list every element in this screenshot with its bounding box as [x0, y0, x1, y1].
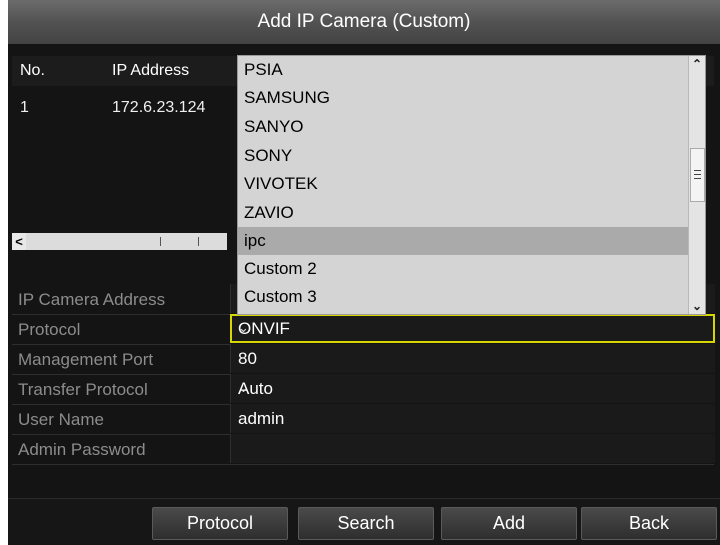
dropdown-option-ipc[interactable]: ipc	[238, 227, 689, 255]
transfer-protocol-select[interactable]: Auto ⌄	[230, 374, 715, 403]
transfer-protocol-label: Transfer Protocol	[18, 380, 148, 399]
scrollbar-thumb[interactable]	[690, 148, 705, 202]
dropdown-option-vivotek[interactable]: VIVOTEK	[238, 170, 689, 198]
dropdown-option-psia[interactable]: PSIA	[238, 56, 689, 84]
row-management-port: Management Port 80	[12, 344, 715, 375]
admin-password-field[interactable]	[230, 434, 715, 463]
scroll-up-icon[interactable]: ⌃	[689, 56, 705, 72]
scroll-tick	[198, 237, 199, 246]
ip-camera-address-label: IP Camera Address	[18, 290, 166, 309]
management-port-label: Management Port	[18, 350, 154, 369]
user-name-value: admin	[238, 409, 285, 428]
row-ip: 172.6.23.124	[112, 99, 206, 116]
column-ip-address: IP Address	[112, 62, 190, 79]
add-ip-camera-dialog: Add IP Camera (Custom) No. IP Address 1 …	[8, 0, 720, 545]
admin-password-label: Admin Password	[18, 440, 146, 459]
dropdown-option-custom-2[interactable]: Custom 2	[238, 255, 689, 283]
chevron-down-icon: ⌄	[238, 380, 249, 395]
row-protocol: Protocol ONVIF ⌄	[12, 314, 715, 345]
management-port-value: 80	[238, 349, 257, 368]
dropdown-option-sony[interactable]: SONY	[238, 142, 689, 170]
dropdown-option-custom-3[interactable]: Custom 3	[238, 283, 689, 311]
search-button[interactable]: Search	[298, 507, 434, 540]
add-button[interactable]: Add	[441, 507, 577, 540]
dropdown-option-samsung[interactable]: SAMSUNG	[238, 84, 689, 112]
protocol-label: Protocol	[18, 320, 81, 339]
scroll-left-icon[interactable]: <	[12, 233, 26, 250]
scroll-down-icon[interactable]: ⌄	[689, 298, 705, 314]
back-button[interactable]: Back	[581, 507, 717, 540]
row-transfer-protocol: Transfer Protocol Auto ⌄	[12, 374, 715, 405]
protocol-dropdown-list: PSIA SAMSUNG SANYO SONY VIVOTEK ZAVIO ip…	[237, 55, 706, 315]
button-bar: Protocol Search Add Back	[8, 498, 720, 545]
user-name-field[interactable]: admin	[230, 404, 715, 433]
protocol-button[interactable]: Protocol	[152, 507, 288, 540]
chevron-down-icon: ⌄	[238, 320, 249, 335]
dropdown-option-zavio[interactable]: ZAVIO	[238, 199, 689, 227]
management-port-field[interactable]: 80	[230, 344, 715, 373]
horizontal-scrollbar[interactable]: <	[12, 233, 227, 250]
row-admin-password: Admin Password	[12, 434, 715, 465]
dropdown-option-sanyo[interactable]: SANYO	[238, 113, 689, 141]
user-name-label: User Name	[18, 410, 104, 429]
protocol-select[interactable]: ONVIF ⌄	[230, 314, 715, 343]
dialog-title: Add IP Camera (Custom)	[8, 0, 720, 44]
dropdown-scrollbar[interactable]: ⌃ ⌄	[688, 56, 705, 314]
scroll-tick	[160, 237, 161, 246]
row-user-name: User Name admin	[12, 404, 715, 435]
row-no: 1	[20, 99, 29, 116]
column-no: No.	[20, 62, 45, 79]
